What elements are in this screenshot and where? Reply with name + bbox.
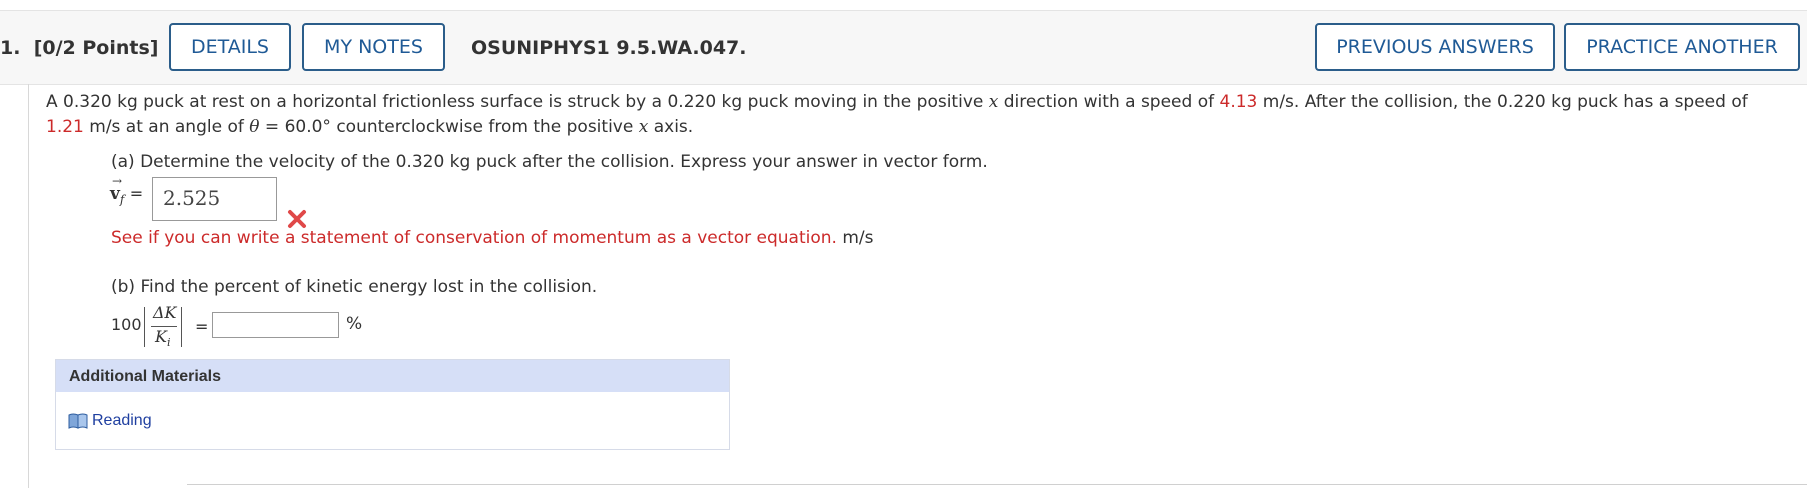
previous-answers-button[interactable]: PREVIOUS ANSWERS xyxy=(1315,23,1555,71)
question-header: 1. [0/2 Points] DETAILS MY NOTES OSUNIPH… xyxy=(0,10,1807,85)
bottom-divider xyxy=(187,484,1807,485)
reading-link[interactable]: Reading xyxy=(68,412,152,430)
hint-row: See if you can write a statement of cons… xyxy=(111,228,874,248)
question-points: 1. [0/2 Points] xyxy=(0,37,159,59)
additional-materials-title: Additional Materials xyxy=(56,360,729,392)
hint-link[interactable]: See if you can write a statement of cons… xyxy=(111,228,837,248)
velocity-label: → vf = xyxy=(110,174,144,207)
details-button[interactable]: DETAILS xyxy=(169,23,291,71)
practice-another-button[interactable]: PRACTICE ANOTHER xyxy=(1564,23,1800,71)
book-icon xyxy=(68,413,88,429)
my-notes-button[interactable]: MY NOTES xyxy=(302,23,445,71)
problem-statement: A 0.320 kg puck at rest on a horizontal … xyxy=(46,92,1748,137)
abs-bar-right xyxy=(181,307,182,347)
answer-input-b[interactable] xyxy=(212,312,339,338)
vector-arrow-icon: → xyxy=(112,174,123,188)
abs-bar-left xyxy=(144,307,145,347)
speed-value-2: 1.21 xyxy=(46,117,84,137)
incorrect-x-icon xyxy=(288,210,306,228)
question-code: OSUNIPHYS1 9.5.WA.047. xyxy=(471,37,747,59)
part-a-prompt: (a) Determine the velocity of the 0.320 … xyxy=(111,152,988,172)
left-divider xyxy=(28,84,29,488)
additional-materials-panel: Additional Materials Reading xyxy=(55,359,730,450)
unit-label-b: % xyxy=(346,314,363,334)
speed-value-1: 4.13 xyxy=(1219,92,1258,112)
answer-input-a[interactable]: 2.525 xyxy=(152,177,277,221)
part-b-prompt: (b) Find the percent of kinetic energy l… xyxy=(111,277,598,297)
unit-label-a: m/s xyxy=(842,228,874,248)
